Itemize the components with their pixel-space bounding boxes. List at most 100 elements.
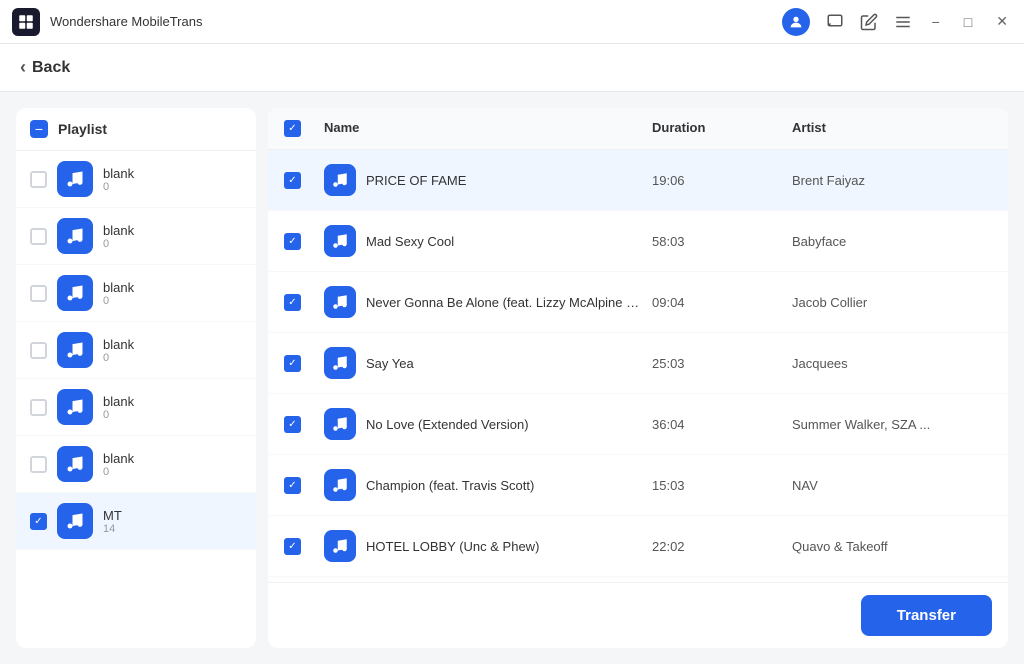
maximize-button[interactable]: □ xyxy=(960,12,976,32)
table-row[interactable]: Mad Sexy Cool 58:03 Babyface xyxy=(268,211,1008,272)
track-icon-7 xyxy=(324,530,356,562)
track-title-6: Champion (feat. Travis Scott) xyxy=(366,478,534,493)
playlist-name-7: MT xyxy=(103,508,242,523)
playlist-name-4: blank xyxy=(103,337,242,352)
user-icon[interactable] xyxy=(782,8,810,36)
sidebar-header: Playlist xyxy=(16,108,256,151)
chat-icon[interactable] xyxy=(826,13,844,31)
close-button[interactable]: ✕ xyxy=(992,11,1012,32)
track-duration-2: 58:03 xyxy=(652,234,792,249)
titlebar: Wondershare MobileTrans − □ ✕ xyxy=(0,0,1024,44)
playlist-sidebar: Playlist blank 0 blank 0 xyxy=(16,108,256,648)
playlist-name-3: blank xyxy=(103,280,242,295)
list-item[interactable]: MT 14 xyxy=(16,493,256,550)
track-name-cell-2: Mad Sexy Cool xyxy=(324,225,652,257)
back-button[interactable]: ‹ Back xyxy=(20,57,70,78)
track-checkbox-1[interactable] xyxy=(284,172,301,189)
titlebar-controls: − □ ✕ xyxy=(782,8,1012,36)
table-row[interactable]: Never Gonna Be Alone (feat. Lizzy McAlpi… xyxy=(268,272,1008,333)
track-title-2: Mad Sexy Cool xyxy=(366,234,454,249)
track-artist-1: Brent Faiyaz xyxy=(792,173,992,188)
track-name-cell-7: HOTEL LOBBY (Unc & Phew) xyxy=(324,530,652,562)
list-item[interactable]: blank 0 xyxy=(16,379,256,436)
track-artist-2: Babyface xyxy=(792,234,992,249)
track-artist-5: Summer Walker, SZA ... xyxy=(792,417,992,432)
list-item[interactable]: blank 0 xyxy=(16,265,256,322)
playlist-checkbox-4[interactable] xyxy=(30,342,47,359)
playlist-info-5: blank 0 xyxy=(103,394,242,421)
playlist-checkbox-2[interactable] xyxy=(30,228,47,245)
table-row[interactable]: PRICE OF FAME 19:06 Brent Faiyaz xyxy=(268,150,1008,211)
minimize-button[interactable]: − xyxy=(928,12,944,32)
app-logo xyxy=(12,8,40,36)
track-name-cell-3: Never Gonna Be Alone (feat. Lizzy McAlpi… xyxy=(324,286,652,318)
playlist-checkbox-7[interactable] xyxy=(30,513,47,530)
sidebar-header-label: Playlist xyxy=(58,121,107,137)
menu-icon[interactable] xyxy=(894,13,912,31)
back-chevron-icon: ‹ xyxy=(20,57,26,78)
track-checkbox-7[interactable] xyxy=(284,538,301,555)
app-title: Wondershare MobileTrans xyxy=(50,14,782,29)
list-item[interactable]: blank 0 xyxy=(16,322,256,379)
track-title-1: PRICE OF FAME xyxy=(366,173,466,188)
back-label: Back xyxy=(32,59,70,77)
track-title-5: No Love (Extended Version) xyxy=(366,417,529,432)
playlist-info-2: blank 0 xyxy=(103,223,242,250)
playlist-info-6: blank 0 xyxy=(103,451,242,478)
track-name-cell-6: Champion (feat. Travis Scott) xyxy=(324,469,652,501)
playlist-checkbox-3[interactable] xyxy=(30,285,47,302)
playlist-select-all-checkbox[interactable] xyxy=(30,120,48,138)
playlist-checkbox-1[interactable] xyxy=(30,171,47,188)
track-artist-4: Jacquees xyxy=(792,356,992,371)
track-icon-3 xyxy=(324,286,356,318)
playlist-info-4: blank 0 xyxy=(103,337,242,364)
col-duration-header: Duration xyxy=(652,120,792,137)
playlist-icon-3 xyxy=(57,275,93,311)
playlist-count-2: 0 xyxy=(103,238,242,250)
list-item[interactable]: blank 0 xyxy=(16,151,256,208)
playlist-count-4: 0 xyxy=(103,352,242,364)
playlist-name-5: blank xyxy=(103,394,242,409)
tracks-list: PRICE OF FAME 19:06 Brent Faiyaz Mad Sex… xyxy=(268,150,1008,582)
playlist-icon-2 xyxy=(57,218,93,254)
table-row[interactable]: HOTEL LOBBY (Unc & Phew) 22:02 Quavo & T… xyxy=(268,516,1008,577)
playlist-count-1: 0 xyxy=(103,181,242,193)
tracks-header: Name Duration Artist xyxy=(268,108,1008,150)
playlist-info-1: blank 0 xyxy=(103,166,242,193)
track-checkbox-5[interactable] xyxy=(284,416,301,433)
list-item[interactable]: blank 0 xyxy=(16,436,256,493)
playlist-count-7: 14 xyxy=(103,523,242,535)
track-duration-4: 25:03 xyxy=(652,356,792,371)
transfer-button[interactable]: Transfer xyxy=(861,595,992,636)
playlist-icon-4 xyxy=(57,332,93,368)
playlist-checkbox-6[interactable] xyxy=(30,456,47,473)
track-icon-1 xyxy=(324,164,356,196)
track-name-cell-1: PRICE OF FAME xyxy=(324,164,652,196)
col-name-header: Name xyxy=(324,120,652,137)
track-icon-2 xyxy=(324,225,356,257)
track-duration-1: 19:06 xyxy=(652,173,792,188)
track-duration-3: 09:04 xyxy=(652,295,792,310)
track-icon-5 xyxy=(324,408,356,440)
edit-icon[interactable] xyxy=(860,13,878,31)
select-all-tracks-checkbox[interactable] xyxy=(284,120,301,137)
playlist-icon-7 xyxy=(57,503,93,539)
track-artist-6: NAV xyxy=(792,478,992,493)
sidebar-list: blank 0 blank 0 bl xyxy=(16,151,256,648)
track-artist-3: Jacob Collier xyxy=(792,295,992,310)
track-checkbox-4[interactable] xyxy=(284,355,301,372)
playlist-name-2: blank xyxy=(103,223,242,238)
footer: Transfer xyxy=(268,582,1008,648)
track-title-4: Say Yea xyxy=(366,356,414,371)
list-item[interactable]: blank 0 xyxy=(16,208,256,265)
table-row[interactable]: Champion (feat. Travis Scott) 15:03 NAV xyxy=(268,455,1008,516)
track-checkbox-6[interactable] xyxy=(284,477,301,494)
track-checkbox-2[interactable] xyxy=(284,233,301,250)
track-duration-7: 22:02 xyxy=(652,539,792,554)
track-artist-7: Quavo & Takeoff xyxy=(792,539,992,554)
table-row[interactable]: Say Yea 25:03 Jacquees xyxy=(268,333,1008,394)
table-row[interactable]: No Love (Extended Version) 36:04 Summer … xyxy=(268,394,1008,455)
col-checkbox-header xyxy=(284,120,324,137)
playlist-checkbox-5[interactable] xyxy=(30,399,47,416)
track-checkbox-3[interactable] xyxy=(284,294,301,311)
